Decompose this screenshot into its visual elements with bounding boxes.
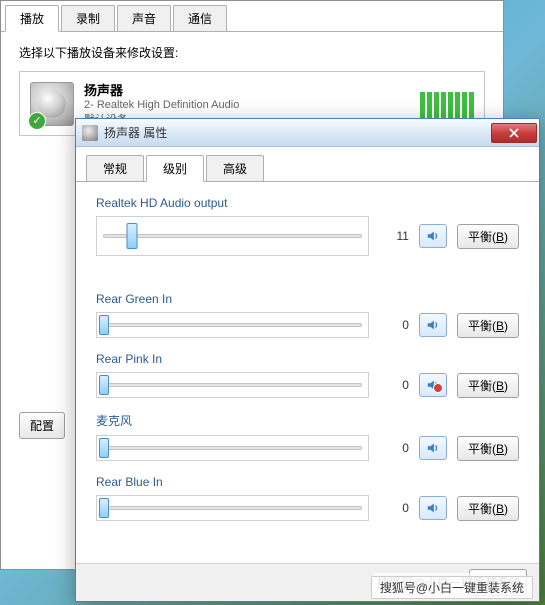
tab-levels[interactable]: 级别 xyxy=(146,155,204,182)
tab-recording[interactable]: 录制 xyxy=(61,5,115,31)
mute-button[interactable] xyxy=(419,373,447,397)
volume-slider[interactable] xyxy=(96,312,369,338)
mute-button[interactable] xyxy=(419,496,447,520)
default-check-icon: ✓ xyxy=(28,112,46,130)
window-icon xyxy=(82,125,98,141)
balance-button[interactable]: 平衡(B) xyxy=(457,313,519,338)
volume-slider[interactable] xyxy=(96,435,369,461)
speaker-icon xyxy=(426,378,440,392)
volume-row: 11 平衡(B) xyxy=(96,216,519,256)
configure-button[interactable]: 配置 xyxy=(19,412,65,439)
device-title: 扬声器 xyxy=(84,80,404,99)
speaker-icon xyxy=(426,229,440,243)
volume-value: 0 xyxy=(379,441,409,455)
tab-advanced[interactable]: 高级 xyxy=(206,155,264,181)
volume-row: 0 平衡(B) xyxy=(96,435,519,461)
volume-row: 0 平衡(B) xyxy=(96,495,519,521)
mute-button[interactable] xyxy=(419,313,447,337)
speaker-icon xyxy=(426,501,440,515)
balance-button[interactable]: 平衡(B) xyxy=(457,436,519,461)
volume-label: Realtek HD Audio output xyxy=(96,196,519,210)
volume-group: Realtek HD Audio output 11 平衡(B) xyxy=(96,196,519,256)
balance-button[interactable]: 平衡(B) xyxy=(457,373,519,398)
volume-group: 麦克风 0 平衡(B) xyxy=(96,412,519,461)
tab-communications[interactable]: 通信 xyxy=(173,5,227,31)
tab-general[interactable]: 常规 xyxy=(86,155,144,181)
instruction-text: 选择以下播放设备来修改设置: xyxy=(19,44,485,61)
balance-button[interactable]: 平衡(B) xyxy=(457,224,519,249)
volume-label: Rear Green In xyxy=(96,292,519,306)
sound-tabs: 播放 录制 声音 通信 xyxy=(1,1,503,32)
volume-slider[interactable] xyxy=(96,495,369,521)
balance-button[interactable]: 平衡(B) xyxy=(457,496,519,521)
volume-row: 0 平衡(B) xyxy=(96,312,519,338)
watermark: 搜狐号@小白一键重装系统 xyxy=(371,576,533,599)
tab-playback[interactable]: 播放 xyxy=(5,5,59,32)
volume-row: 0 平衡(B) xyxy=(96,372,519,398)
tab-sounds[interactable]: 声音 xyxy=(117,5,171,31)
mute-button[interactable] xyxy=(419,224,447,248)
speaker-properties-dialog: 扬声器 属性 常规 级别 高级 Realtek HD Audio output 1… xyxy=(75,118,540,602)
volume-group: Rear Blue In 0 平衡(B) xyxy=(96,475,519,521)
window-title: 扬声器 属性 xyxy=(104,124,485,141)
volume-value: 11 xyxy=(379,229,409,243)
properties-tabs: 常规 级别 高级 xyxy=(76,147,539,182)
volume-value: 0 xyxy=(379,318,409,332)
volume-slider[interactable] xyxy=(96,372,369,398)
speaker-icon xyxy=(426,441,440,455)
volume-value: 0 xyxy=(379,501,409,515)
volume-value: 0 xyxy=(379,378,409,392)
mute-button[interactable] xyxy=(419,436,447,460)
levels-panel: Realtek HD Audio output11平衡(B)Rear Green… xyxy=(76,182,539,562)
close-icon xyxy=(509,128,519,138)
volume-slider[interactable] xyxy=(96,216,369,256)
volume-group: Rear Pink In 0 平衡(B) xyxy=(96,352,519,398)
titlebar[interactable]: 扬声器 属性 xyxy=(76,119,539,147)
volume-group: Rear Green In 0 平衡(B) xyxy=(96,292,519,338)
volume-label: Rear Pink In xyxy=(96,352,519,366)
device-icon-wrap: ✓ xyxy=(30,82,74,126)
close-button[interactable] xyxy=(491,123,537,143)
volume-label: 麦克风 xyxy=(96,412,519,429)
volume-label: Rear Blue In xyxy=(96,475,519,489)
speaker-icon xyxy=(426,318,440,332)
level-meter xyxy=(414,86,474,122)
device-subtitle: 2- Realtek High Definition Audio xyxy=(84,99,404,111)
